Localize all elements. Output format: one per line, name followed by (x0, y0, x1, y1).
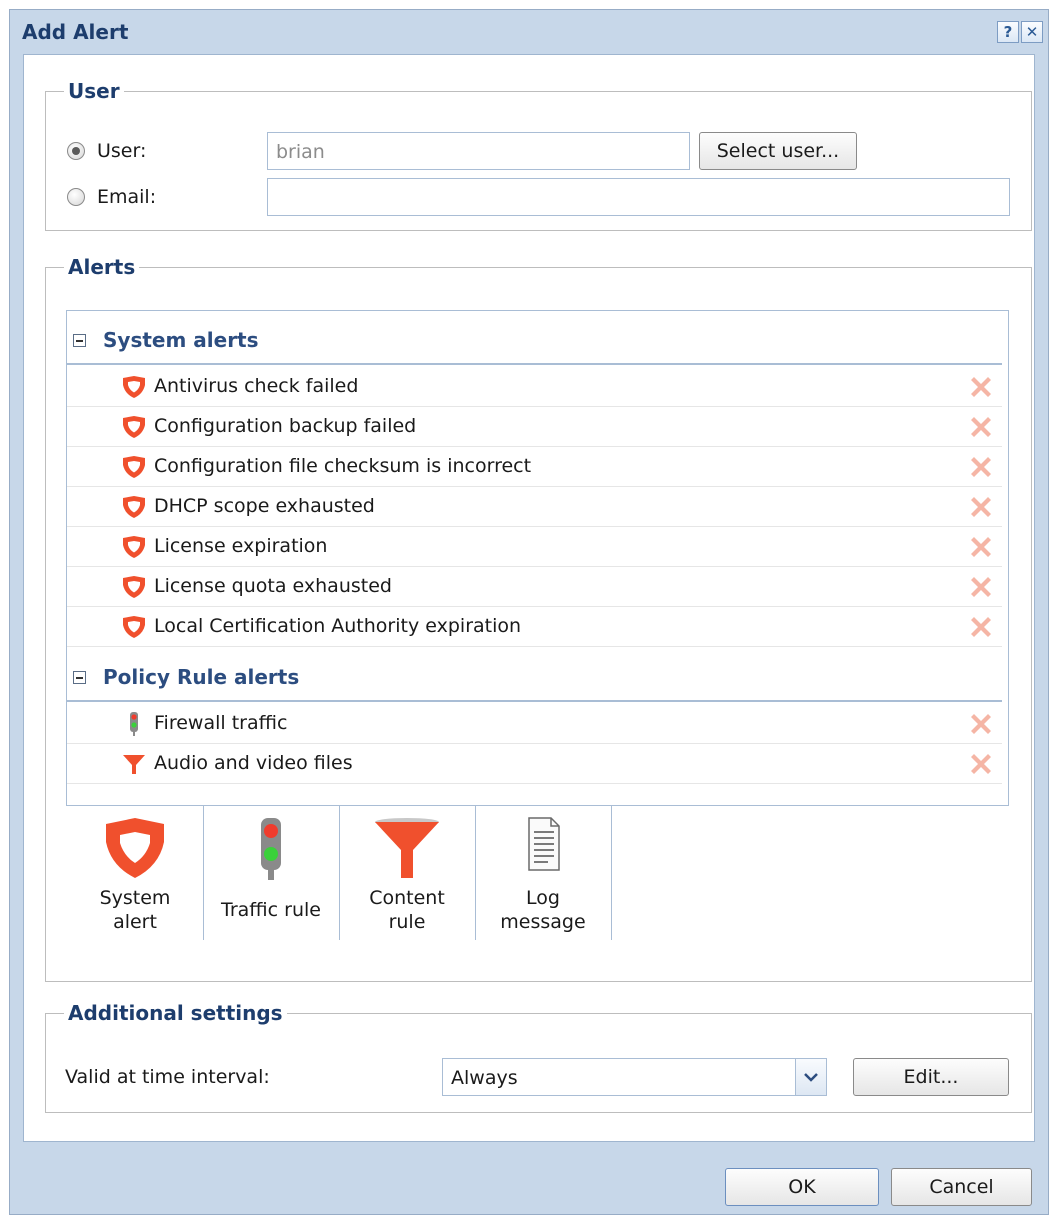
alert-label: License expiration (154, 535, 328, 557)
document-icon (528, 817, 560, 871)
delete-icon[interactable] (969, 535, 993, 559)
palette-traffic-rule[interactable]: Traffic rule (203, 806, 340, 940)
user-radio-label: User: (97, 140, 147, 162)
delete-icon[interactable] (969, 415, 993, 439)
delete-icon[interactable] (969, 375, 993, 399)
collapse-icon[interactable] (73, 671, 86, 684)
shield-icon (123, 616, 145, 638)
list-item[interactable]: Firewall traffic (67, 703, 1002, 744)
email-input[interactable] (267, 178, 1010, 216)
delete-icon[interactable] (969, 615, 993, 639)
palette-log-message[interactable]: Log message (475, 806, 612, 940)
dialog-content: User User: brian Select user... Email: A… (23, 54, 1035, 1142)
delete-icon[interactable] (969, 752, 993, 776)
shield-icon (123, 416, 145, 438)
chevron-down-icon[interactable] (795, 1059, 826, 1095)
shield-icon (106, 818, 164, 878)
alert-type-palette: System alert Traffic rule Content rule L… (67, 805, 1008, 942)
alert-label: Antivirus check failed (154, 375, 359, 397)
shield-icon (123, 536, 145, 558)
palette-label: message (500, 911, 586, 933)
edit-button[interactable]: Edit... (853, 1058, 1009, 1096)
list-item[interactable]: Antivirus check failed (67, 366, 1002, 407)
palette-label: Content (369, 887, 445, 909)
palette-label: Log (526, 887, 560, 909)
help-icon[interactable]: ? (997, 21, 1019, 43)
alerts-group-legend: Alerts (68, 255, 136, 279)
alert-label: License quota exhausted (154, 575, 392, 597)
time-interval-select[interactable]: Always (442, 1058, 827, 1096)
delete-icon[interactable] (969, 575, 993, 599)
group-title: Policy Rule alerts (103, 665, 300, 689)
time-interval-label: Valid at time interval: (65, 1066, 270, 1088)
list-item[interactable]: Local Certification Authority expiration (67, 606, 1002, 647)
funnel-icon (375, 818, 439, 878)
email-radio[interactable] (67, 188, 85, 206)
list-item[interactable]: License expiration (67, 526, 1002, 567)
palette-label: System (99, 887, 171, 909)
dialog-title: Add Alert (22, 20, 129, 44)
alert-label: Local Certification Authority expiration (154, 615, 522, 637)
close-icon[interactable]: ✕ (1021, 21, 1043, 43)
delete-icon[interactable] (969, 712, 993, 736)
user-radio[interactable] (67, 142, 85, 160)
list-item[interactable]: Configuration file checksum is incorrect (67, 446, 1002, 487)
list-item[interactable]: Audio and video files (67, 743, 1002, 784)
list-item[interactable]: License quota exhausted (67, 566, 1002, 607)
alert-label: Firewall traffic (154, 712, 288, 734)
delete-icon[interactable] (969, 455, 993, 479)
shield-icon (123, 576, 145, 598)
time-interval-value: Always (451, 1067, 518, 1089)
shield-icon (123, 496, 145, 518)
group-header-policy[interactable]: Policy Rule alerts (67, 656, 1002, 702)
alert-label: Configuration backup failed (154, 415, 417, 437)
collapse-icon[interactable] (73, 334, 86, 347)
palette-content-rule[interactable]: Content rule (339, 806, 476, 940)
dialog-titlebar: Add Alert ? ✕ (10, 10, 1048, 54)
delete-icon[interactable] (969, 495, 993, 519)
alert-label: DHCP scope exhausted (154, 495, 375, 517)
ok-button[interactable]: OK (725, 1168, 879, 1206)
funnel-icon (123, 755, 145, 774)
additional-settings-group: Additional settings (45, 1001, 1032, 1113)
alert-label: Audio and video files (154, 752, 353, 774)
user-group-legend: User (68, 79, 120, 103)
shield-icon (123, 376, 145, 398)
additional-settings-legend: Additional settings (68, 1001, 283, 1025)
alert-label: Configuration file checksum is incorrect (154, 455, 532, 477)
cancel-button[interactable]: Cancel (891, 1168, 1032, 1206)
traffic-light-icon (261, 818, 281, 880)
alerts-list: System alerts Antivirus check failed Con… (66, 310, 1009, 940)
user-input[interactable]: brian (267, 132, 690, 170)
email-radio-label: Email: (97, 186, 157, 208)
palette-system-alert[interactable]: System alert (67, 806, 204, 940)
select-user-button[interactable]: Select user... (699, 132, 857, 170)
list-item[interactable]: Configuration backup failed (67, 406, 1002, 447)
palette-label: Traffic rule (221, 899, 321, 921)
palette-label: alert (113, 911, 157, 933)
palette-label: rule (388, 911, 426, 933)
traffic-light-icon (130, 712, 138, 736)
group-title: System alerts (103, 328, 259, 352)
list-item[interactable]: DHCP scope exhausted (67, 486, 1002, 527)
add-alert-dialog: Add Alert ? ✕ User User: brian Select us… (9, 9, 1049, 1215)
group-header-system[interactable]: System alerts (67, 319, 1002, 365)
shield-icon (123, 456, 145, 478)
